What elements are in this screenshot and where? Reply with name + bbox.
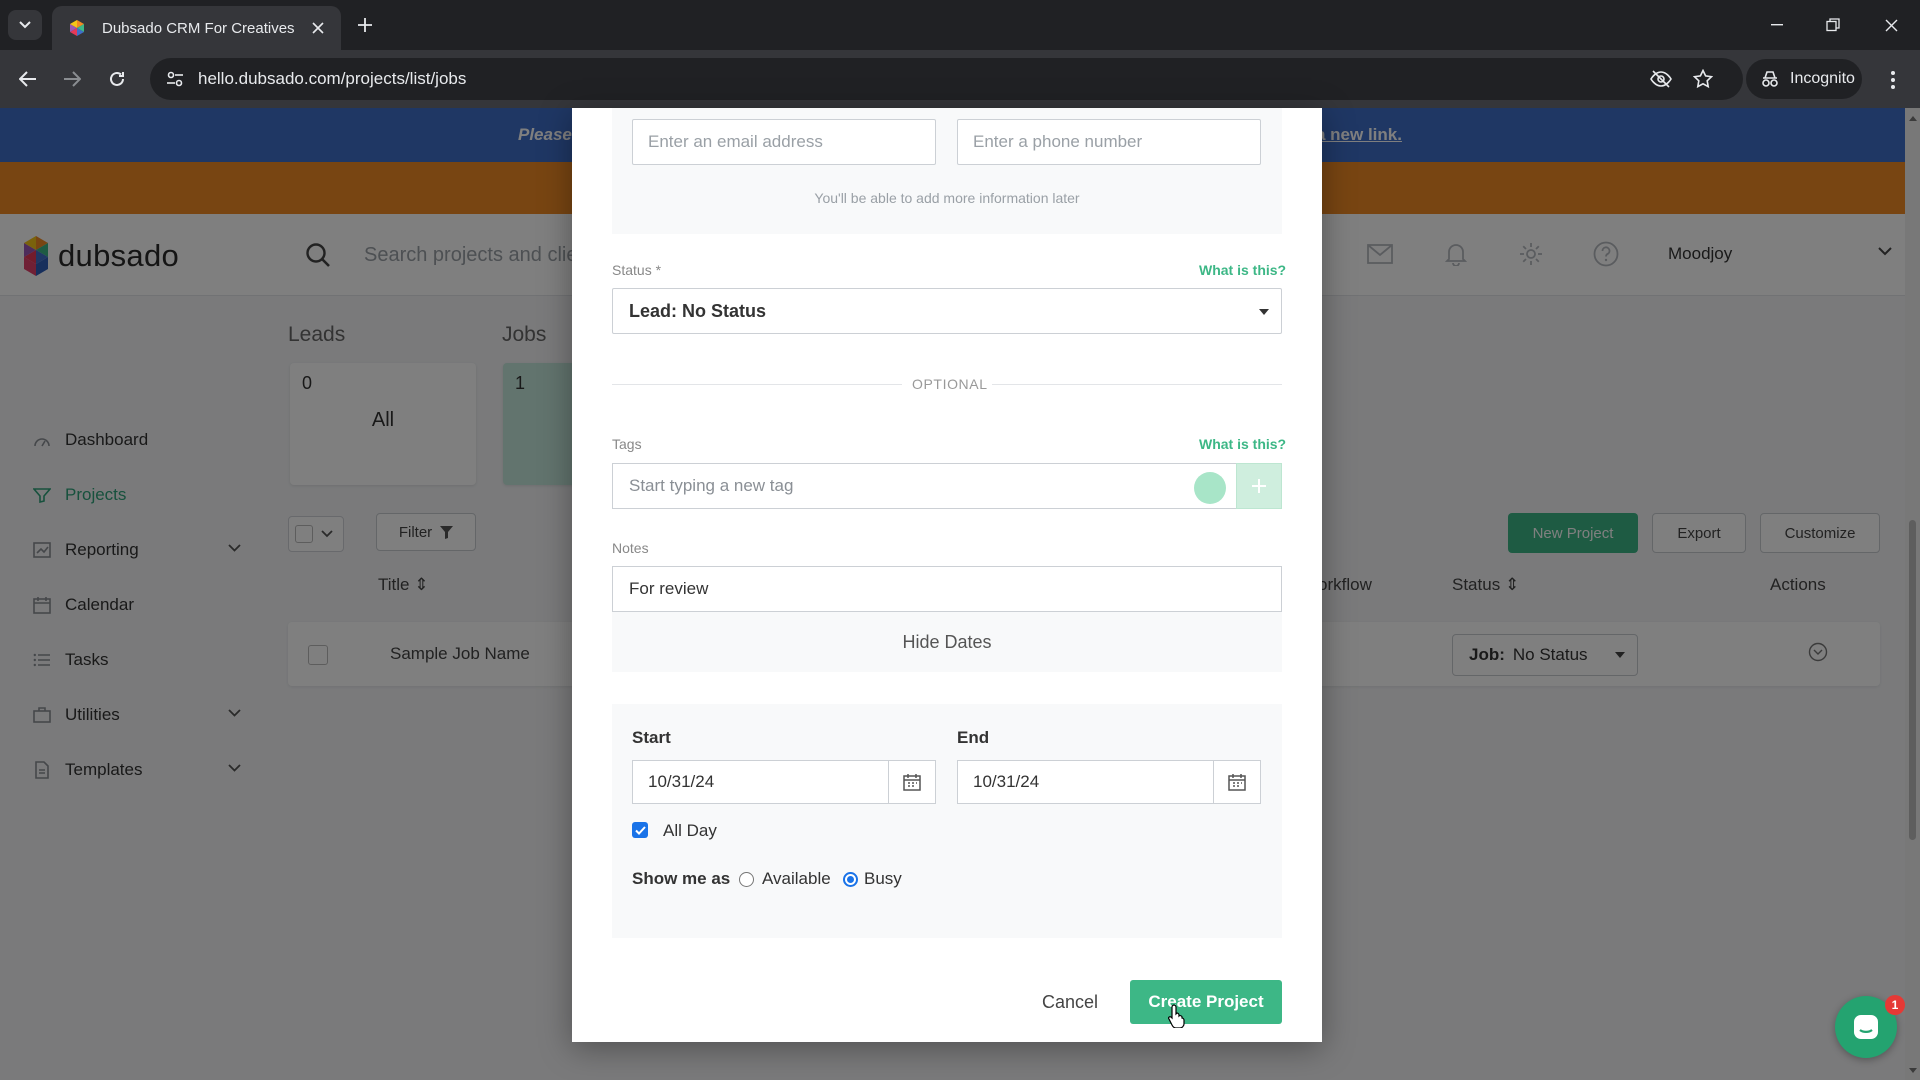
arrow-right-icon [64, 71, 81, 87]
all-day-checkbox[interactable] [632, 822, 648, 838]
tab-search-button[interactable] [8, 10, 42, 40]
start-label: Start [632, 728, 671, 747]
cancel-button[interactable]: Cancel [1030, 980, 1110, 1024]
plus-icon [1252, 479, 1266, 493]
eye-off-icon[interactable] [1648, 68, 1674, 90]
busy-label: Busy [864, 869, 902, 888]
calendar-icon [903, 774, 921, 791]
end-label: End [957, 728, 990, 747]
divider [992, 384, 1282, 385]
site-settings-icon[interactable] [164, 68, 186, 90]
tab-close-icon[interactable] [307, 17, 329, 39]
divider [612, 384, 902, 385]
all-day-label: All Day [663, 821, 717, 840]
status-select[interactable]: Lead: No Status [612, 288, 1282, 334]
helper-text: You'll be able to add more information l… [814, 190, 1080, 206]
close-window-button[interactable] [1868, 10, 1914, 40]
end-date-input[interactable]: 10/31/24 [957, 760, 1213, 804]
more-vertical-icon [1891, 71, 1895, 89]
available-radio[interactable] [739, 872, 754, 887]
back-button[interactable] [13, 64, 43, 94]
incognito-indicator[interactable]: Incognito [1746, 59, 1862, 99]
checkmark-icon [634, 825, 646, 835]
browser-tab-strip: Dubsado CRM For Creatives [0, 0, 1920, 50]
arrow-left-icon [19, 71, 36, 87]
phone-field[interactable]: Enter a phone number [957, 119, 1261, 165]
tag-indicator-dot [1194, 472, 1226, 504]
available-label: Available [762, 869, 831, 888]
notes-field[interactable]: For review [612, 566, 1282, 612]
contact-info-panel: Enter an email address Enter a phone num… [612, 108, 1282, 234]
add-tag-button[interactable] [1236, 463, 1282, 509]
tab-title: Dubsado CRM For Creatives [102, 19, 295, 37]
reload-icon [110, 71, 124, 86]
new-tab-button[interactable] [352, 12, 378, 38]
start-date-input[interactable]: 10/31/24 [632, 760, 888, 804]
caret-down-icon [1259, 309, 1269, 315]
chat-icon [1854, 1015, 1878, 1039]
address-bar[interactable]: hello.dubsado.com/projects/list/jobs [150, 58, 1743, 100]
status-help-link[interactable]: What is this? [1199, 262, 1286, 278]
chat-unread-badge: 1 [1885, 995, 1905, 1015]
calendar-icon [1228, 774, 1246, 791]
end-calendar-button[interactable] [1213, 760, 1261, 804]
browser-toolbar: hello.dubsado.com/projects/list/jobs Inc… [0, 50, 1920, 108]
optional-divider-label: OPTIONAL [912, 376, 988, 392]
restore-icon [1826, 18, 1840, 32]
email-field[interactable]: Enter an email address [632, 119, 936, 165]
start-calendar-button[interactable] [888, 760, 936, 804]
browser-tab[interactable]: Dubsado CRM For Creatives [52, 6, 341, 50]
url-text: hello.dubsado.com/projects/list/jobs [198, 69, 467, 88]
browser-menu-button[interactable] [1880, 65, 1906, 95]
reload-button[interactable] [102, 64, 132, 94]
dubsado-favicon-icon [70, 20, 84, 36]
close-icon [1885, 19, 1897, 31]
hide-dates-toggle[interactable]: Hide Dates [612, 612, 1282, 672]
new-project-modal: Enter an email address Enter a phone num… [572, 108, 1322, 1042]
restore-button[interactable] [1810, 10, 1856, 40]
minimize-button[interactable] [1754, 10, 1800, 40]
end-date-picker: 10/31/24 [957, 760, 1261, 804]
minimize-icon [1771, 24, 1783, 26]
tag-input[interactable]: Start typing a new tag [612, 463, 1236, 509]
start-date-picker: 10/31/24 [632, 760, 936, 804]
plus-icon [358, 18, 372, 32]
incognito-icon [1762, 71, 1778, 87]
tags-help-link[interactable]: What is this? [1199, 436, 1286, 452]
mouse-cursor-icon [1168, 1004, 1185, 1028]
chevron-down-icon [19, 21, 31, 29]
forward-button[interactable] [57, 64, 87, 94]
tags-label: Tags [612, 436, 642, 452]
show-me-as-label: Show me as [632, 869, 731, 888]
bookmark-star-icon[interactable] [1690, 68, 1716, 90]
create-project-button[interactable]: Create Project [1130, 980, 1282, 1024]
notes-label: Notes [612, 540, 649, 556]
status-label: Status * [612, 262, 662, 278]
busy-radio[interactable] [843, 872, 858, 887]
status-select-value: Lead: No Status [629, 300, 767, 321]
incognito-label: Incognito [1790, 70, 1855, 87]
